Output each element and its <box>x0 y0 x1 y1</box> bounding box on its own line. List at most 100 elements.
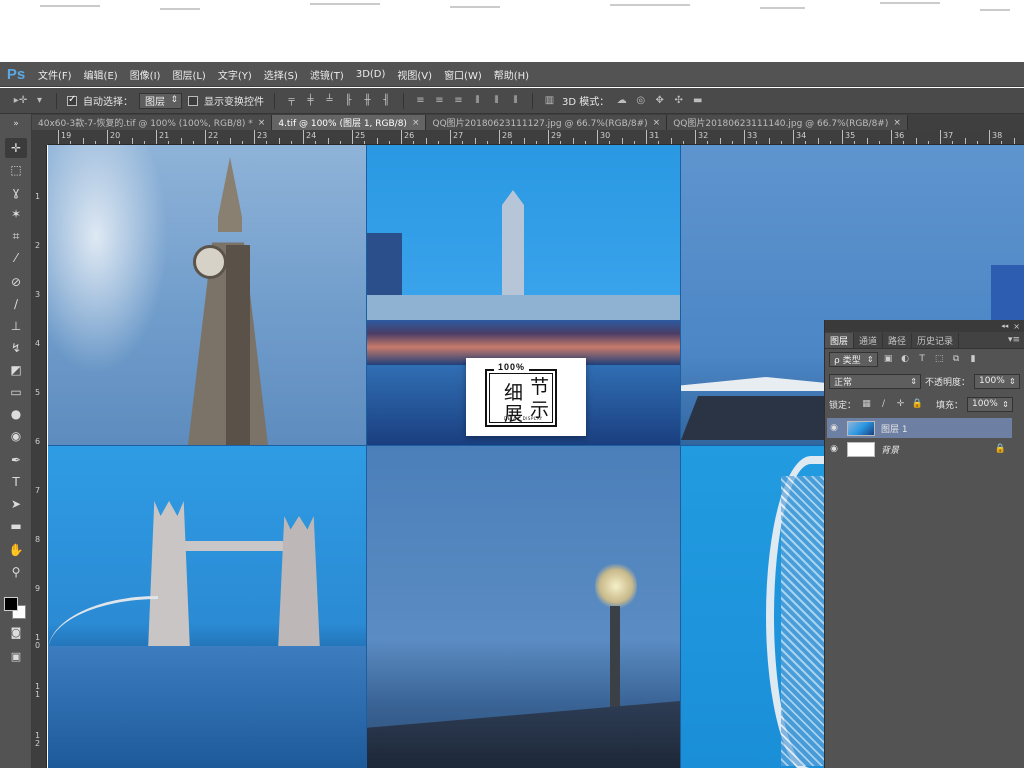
menu-type[interactable]: 文字(Y) <box>212 67 258 82</box>
auto-align-icon[interactable]: ▥ <box>543 95 556 107</box>
menu-select[interactable]: 选择(S) <box>258 67 304 82</box>
tab-paths[interactable]: 路径 <box>883 333 913 348</box>
close-icon[interactable]: × <box>412 118 420 128</box>
close-icon[interactable]: × <box>1013 322 1020 331</box>
clone-stamp-tool-icon[interactable]: ⊥ <box>5 316 27 336</box>
show-transform-checkbox[interactable] <box>188 95 198 106</box>
distribute-right-icon[interactable]: ⦀ <box>509 95 522 107</box>
lock-pixels-icon[interactable]: ∕ <box>877 398 890 411</box>
filter-type-icon[interactable]: T <box>916 353 929 366</box>
visibility-eye-icon[interactable]: ◉ <box>827 444 841 454</box>
divider <box>56 92 57 109</box>
eyedropper-tool-icon[interactable]: ⁄ <box>5 248 27 268</box>
align-hcenter-icon[interactable]: ╫ <box>361 95 374 107</box>
healing-brush-tool-icon[interactable]: ⊘ <box>5 272 27 292</box>
opacity-input[interactable]: 100% <box>974 373 1020 389</box>
align-left-icon[interactable]: ╟ <box>342 95 355 107</box>
document-tab[interactable]: QQ图片20180623111127.jpg @ 66.7%(RGB/8#) × <box>426 115 668 130</box>
crop-tool-icon[interactable]: ⌗ <box>5 226 27 246</box>
preset-dropdown-icon[interactable]: ▾ <box>33 95 46 107</box>
lock-all-icon[interactable]: 🔒 <box>911 398 924 411</box>
blur-tool-icon[interactable]: ● <box>5 404 27 424</box>
filter-shape-icon[interactable]: ⬚ <box>933 353 946 366</box>
pen-tool-icon[interactable]: ✒ <box>5 450 27 470</box>
distribute-left-icon[interactable]: ⦀ <box>471 95 484 107</box>
menu-help[interactable]: 帮助(H) <box>488 67 535 82</box>
collapse-icon[interactable]: » <box>5 114 27 134</box>
tab-layers[interactable]: 图层 <box>825 333 855 348</box>
close-icon[interactable]: × <box>653 118 661 128</box>
zoom-tool-icon[interactable]: ⚲ <box>5 562 27 582</box>
menu-layer[interactable]: 图层(L) <box>166 67 211 82</box>
dodge-tool-icon[interactable]: ◉ <box>5 426 27 446</box>
filter-toggle-icon[interactable]: ▮ <box>967 353 980 366</box>
roll-3d-icon[interactable]: ◎ <box>634 95 647 107</box>
collapse-panel-icon[interactable]: ◂◂ <box>1001 322 1008 330</box>
gradient-tool-icon[interactable]: ▭ <box>5 382 27 402</box>
filter-smart-object-icon[interactable]: ⧉ <box>950 353 963 366</box>
align-right-icon[interactable]: ╢ <box>380 95 393 107</box>
lock-position-icon[interactable]: ✛ <box>894 398 907 411</box>
tab-channels[interactable]: 通道 <box>854 333 884 348</box>
fill-input[interactable]: 100% <box>967 396 1013 412</box>
magic-wand-tool-icon[interactable]: ✶ <box>5 204 27 224</box>
align-bottom-icon[interactable]: ╧ <box>323 95 336 107</box>
ruler-number: 19 <box>61 131 72 140</box>
orbit-3d-icon[interactable]: ☁ <box>615 95 628 107</box>
lasso-tool-icon[interactable]: ɣ <box>5 182 27 202</box>
ruler-tick <box>756 141 758 144</box>
move-tool-preset-icon[interactable]: ▸✛ <box>14 95 27 107</box>
pan-3d-icon[interactable]: ✥ <box>653 95 666 107</box>
distribute-vcenter-icon[interactable]: ≡ <box>433 95 446 107</box>
auto-select-checkbox[interactable] <box>67 94 77 106</box>
distribute-hcenter-icon[interactable]: ⦀ <box>490 95 503 107</box>
menu-file[interactable]: 文件(F) <box>32 67 78 82</box>
close-icon[interactable]: × <box>258 118 266 128</box>
foreground-color-swatch-front[interactable] <box>4 597 18 611</box>
distribute-top-icon[interactable]: ≡ <box>414 95 427 107</box>
menu-view[interactable]: 视图(V) <box>391 67 438 82</box>
auto-select-dropdown[interactable]: 图层 <box>139 92 182 109</box>
visibility-eye-icon[interactable]: ◉ <box>827 423 841 433</box>
ruler-tick <box>842 130 843 144</box>
menu-window[interactable]: 窗口(W) <box>438 67 488 82</box>
align-top-icon[interactable]: ╤ <box>285 95 298 107</box>
scale-3d-icon[interactable]: ▬ <box>691 95 704 107</box>
filter-pixel-icon[interactable]: ▣ <box>882 353 895 366</box>
menu-3d[interactable]: 3D(D) <box>350 69 392 80</box>
path-selection-tool-icon[interactable]: ➤ <box>5 494 27 514</box>
menu-edit[interactable]: 编辑(E) <box>78 67 124 82</box>
ruler-number: 9 <box>35 584 41 593</box>
layer-row[interactable]: ◉ 背景 🔒 <box>827 439 1012 459</box>
distribute-bottom-icon[interactable]: ≡ <box>452 95 465 107</box>
layer-filter-dropdown[interactable]: ρ 类型 <box>829 351 878 367</box>
menu-image[interactable]: 图像(I) <box>124 67 167 82</box>
mode-3d-label: 3D 模式： <box>562 97 610 108</box>
close-icon[interactable]: × <box>893 118 901 128</box>
quick-mask-icon[interactable]: ◙ <box>5 622 27 642</box>
brush-tool-icon[interactable]: ∕ <box>5 294 27 314</box>
ruler-tick <box>58 130 59 144</box>
layer-row-selected[interactable]: ◉ 图层 1 <box>827 418 1012 438</box>
document-tab[interactable]: QQ图片20180623111140.jpg @ 66.7%(RGB/8#) × <box>667 115 908 130</box>
type-tool-icon[interactable]: T <box>5 472 27 492</box>
history-brush-tool-icon[interactable]: ↯ <box>5 338 27 358</box>
move-tool-icon[interactable]: ✛ <box>5 138 27 158</box>
hand-tool-icon[interactable]: ✋ <box>5 540 27 560</box>
filter-adjustment-icon[interactable]: ◐ <box>899 353 912 366</box>
menu-filter[interactable]: 滤镜(T) <box>304 67 350 82</box>
document-tab[interactable]: 40x60-3款-7-恢复的.tif @ 100% (100%, RGB/8) … <box>32 115 273 130</box>
marquee-tool-icon[interactable]: ⬚ <box>5 160 27 180</box>
eraser-tool-icon[interactable]: ◩ <box>5 360 27 380</box>
screen-mode-icon[interactable]: ▣ <box>5 646 27 666</box>
align-vcenter-icon[interactable]: ╪ <box>304 95 317 107</box>
rectangle-tool-icon[interactable]: ▬ <box>5 516 27 536</box>
ruler-tick <box>511 141 513 144</box>
slide-3d-icon[interactable]: ✣ <box>672 95 685 107</box>
panel-menu-icon[interactable]: ▾≡ <box>1008 335 1024 345</box>
blend-mode-dropdown[interactable]: 正常 <box>829 373 921 389</box>
ruler-number: 38 <box>992 131 1003 140</box>
document-tab-active[interactable]: 4.tif @ 100% (图层 1, RGB/8) × <box>272 115 427 130</box>
lock-transparent-icon[interactable]: ▦ <box>860 398 873 411</box>
tab-history[interactable]: 历史记录 <box>912 333 960 348</box>
